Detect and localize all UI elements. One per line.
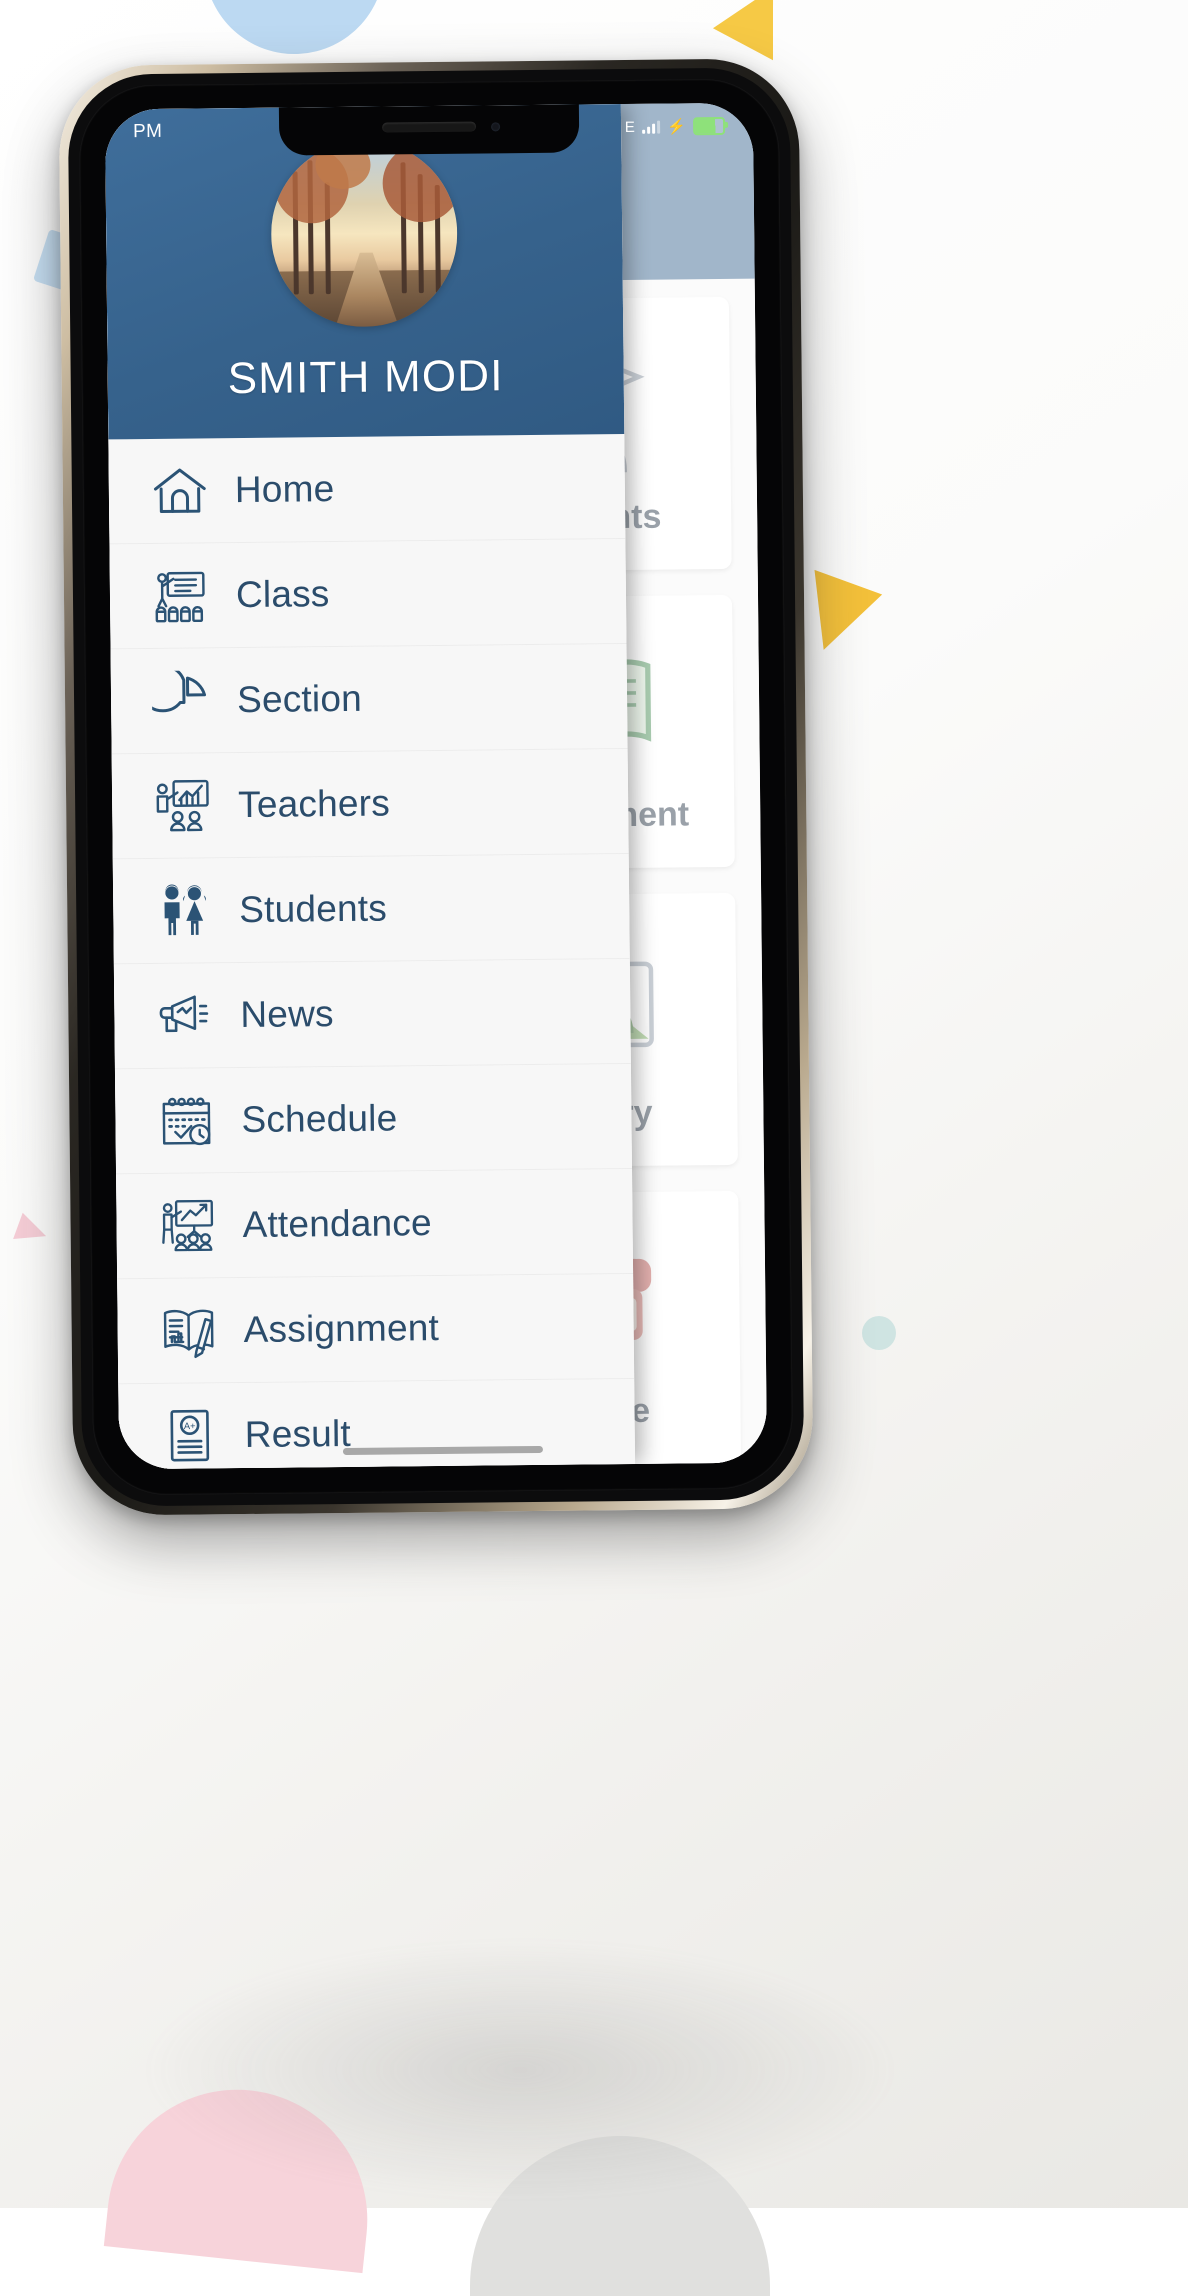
confetti-yellow-triangle	[712, 0, 804, 61]
classroom-presenter-icon	[126, 565, 237, 626]
drawer-user-name: SMITH MODI	[227, 351, 504, 404]
signal-bars-icon	[642, 120, 661, 134]
drawer-item-label: Attendance	[242, 1202, 432, 1246]
phone-notch	[278, 104, 580, 156]
drawer-item-news[interactable]: News	[113, 958, 631, 1070]
drawer-item-label: Students	[239, 887, 388, 931]
drawer-item-label: News	[240, 993, 334, 1036]
students-pair-icon	[129, 880, 240, 941]
status-bar-left: PM	[127, 121, 162, 143]
drawer-item-label: Assignment	[243, 1306, 440, 1351]
drawer-item-assignment[interactable]: Assignment	[117, 1273, 635, 1385]
confetti-pink-triangle	[13, 1212, 51, 1250]
drawer-item-teachers[interactable]: Teachers	[111, 748, 629, 860]
pie-chart-icon	[127, 670, 238, 731]
calendar-clock-icon	[131, 1090, 242, 1151]
drawer-item-students[interactable]: Students	[112, 853, 630, 965]
phone-mockup: Teachers Students	[58, 58, 814, 1516]
drawer-item-label: Schedule	[241, 1097, 398, 1141]
svg-text:A+: A+	[184, 1421, 196, 1431]
drawer-item-home[interactable]: Home	[108, 434, 626, 545]
drawer-item-attendance[interactable]: Attendance	[116, 1168, 634, 1280]
charging-bolt-icon: ⚡	[667, 118, 687, 136]
status-bar-right: E ⚡	[624, 116, 731, 136]
earpiece-speaker	[382, 121, 477, 133]
network-type-label: E	[624, 118, 636, 136]
home-icon	[125, 460, 236, 521]
drawer-item-schedule[interactable]: Schedule	[114, 1063, 633, 1175]
avatar[interactable]	[270, 139, 459, 328]
attendance-presentation-icon	[132, 1195, 243, 1256]
drawer-item-label: Result	[244, 1412, 352, 1456]
status-bar-time: PM	[133, 120, 163, 143]
open-book-pencil-icon	[133, 1300, 244, 1361]
megaphone-icon	[130, 985, 241, 1046]
drawer-menu-list[interactable]: Home Class Section Teachers Students New…	[108, 434, 636, 1470]
confetti-teal-dot	[862, 1316, 896, 1350]
drawer-item-section[interactable]: Section	[110, 643, 628, 755]
drawer-item-label: Section	[236, 677, 363, 721]
drawer-item-label: Class	[235, 573, 330, 616]
teacher-presentation-icon	[128, 775, 239, 836]
navigation-drawer: SMITH MODI Home Class Section Teachers S…	[104, 104, 636, 1470]
phone-drop-shadow	[140, 1940, 900, 2200]
confetti-blue-arc	[202, 0, 390, 59]
drawer-item-label: Teachers	[237, 782, 391, 826]
battery-icon	[693, 116, 726, 136]
drawer-item-result[interactable]: A+ Result	[118, 1378, 636, 1470]
report-card-a-plus-icon: A+	[134, 1405, 245, 1466]
drawer-item-label: Home	[234, 468, 335, 511]
drawer-item-class[interactable]: Class	[109, 539, 627, 650]
phone-screen: Teachers Students	[104, 102, 768, 1470]
front-camera	[491, 122, 501, 132]
